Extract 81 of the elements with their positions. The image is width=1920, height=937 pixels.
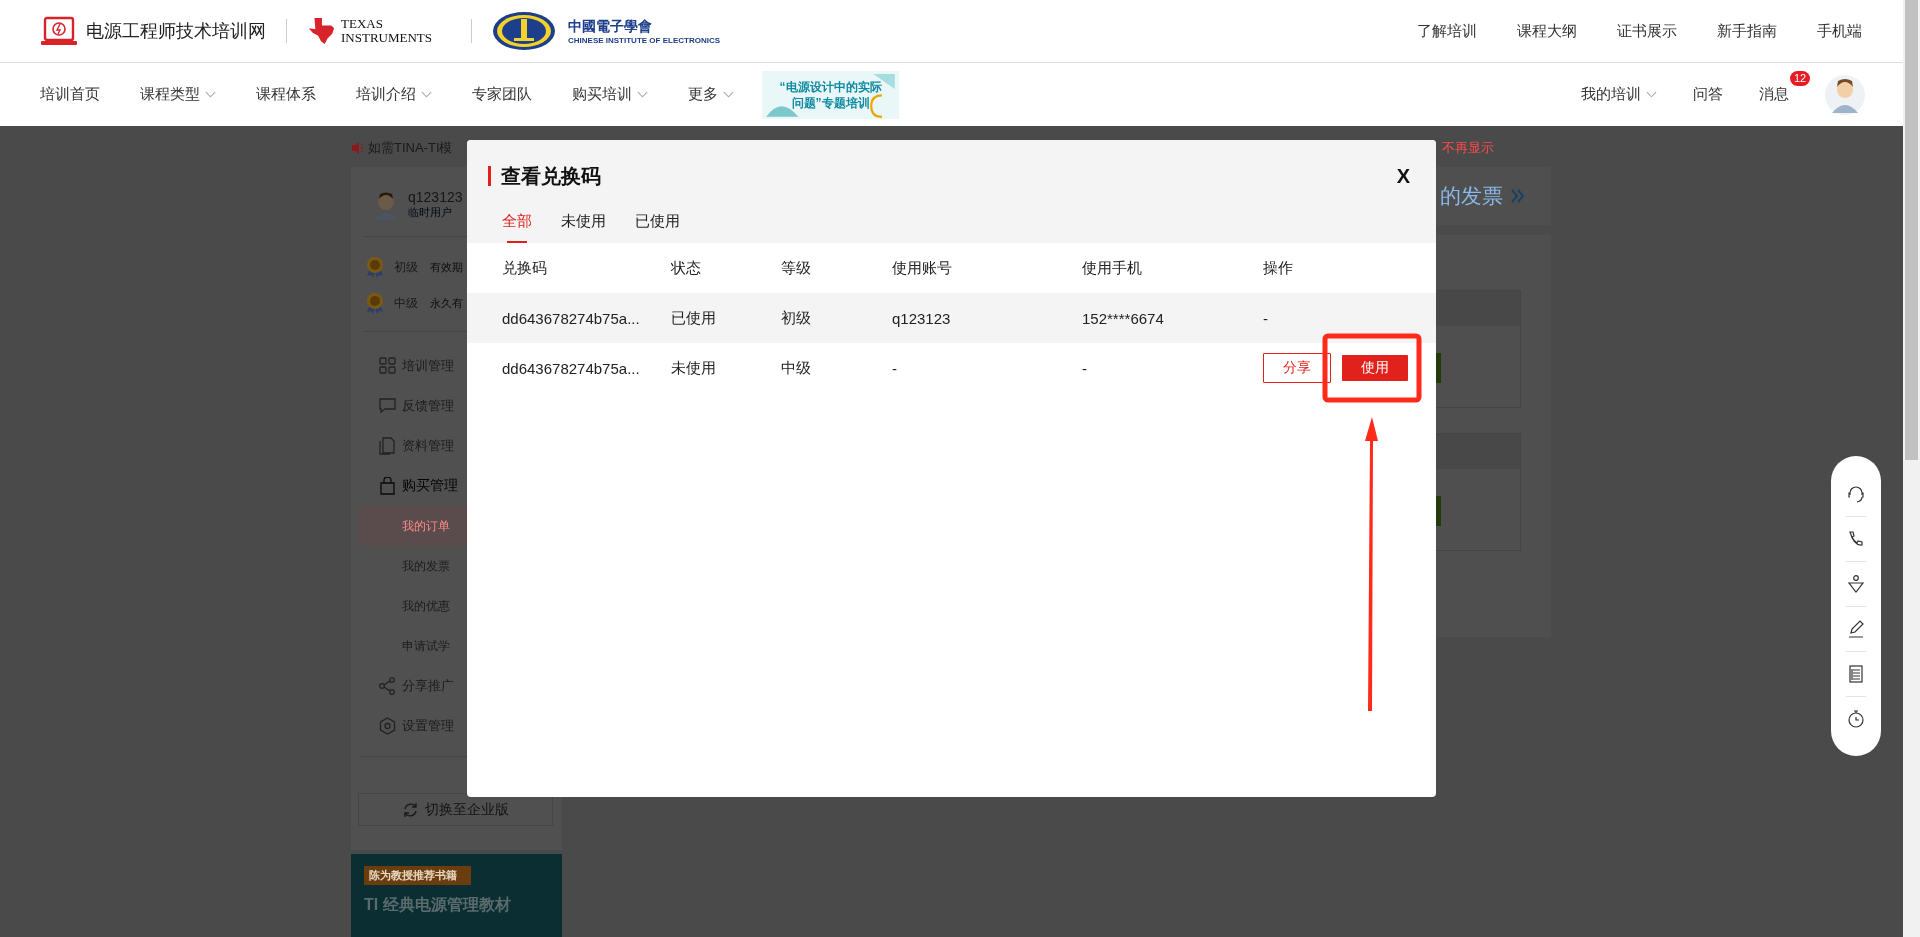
level-note: 有效期: [430, 259, 463, 275]
laptop-icon: [40, 16, 78, 46]
table-cell-text: 152****6674: [1082, 309, 1165, 327]
double-chevron-icon: [1511, 189, 1524, 203]
table-cell-text: dd643678274b75a...: [502, 309, 641, 327]
table-cell-text: 已使用: [671, 308, 717, 328]
top-link[interactable]: 手机端: [1817, 21, 1862, 41]
dialog-title: 查看兑换码: [501, 163, 601, 189]
table-cell-text: 未使用: [671, 358, 717, 378]
level-note: 永久有: [430, 295, 463, 311]
phone-icon[interactable]: [1846, 528, 1866, 549]
table-cell-text: -: [892, 359, 898, 377]
column-header: 状态: [671, 258, 702, 278]
ad-tag: 陈为教授推荐书籍: [364, 866, 471, 885]
top-link[interactable]: 课程大纲: [1517, 21, 1577, 41]
society-subtitle: CHINESE INSTITUTE OF ELECTRONICS: [568, 35, 720, 45]
caret-icon: [421, 91, 432, 98]
menu-icon: [379, 677, 396, 695]
user-name: q123123: [408, 189, 463, 205]
table-cell-text: 中级: [781, 358, 812, 378]
texas-state-icon: [307, 16, 335, 46]
nav-item[interactable]: 专家团队: [472, 85, 532, 104]
notification-badge: 12: [1790, 71, 1811, 86]
document-icon[interactable]: [1846, 663, 1866, 684]
menu-icon: [379, 357, 396, 375]
nav-item[interactable]: 问答: [1693, 85, 1723, 104]
menu-icon: [379, 477, 396, 495]
scrollbar[interactable]: [1903, 0, 1920, 937]
table-cell: -: [1263, 309, 1268, 327]
nav-item[interactable]: 消息: [1759, 85, 1789, 104]
table-cell-text: 初级: [781, 308, 812, 328]
nav-item[interactable]: 我的培训: [1581, 85, 1657, 104]
person-icon[interactable]: [1846, 573, 1866, 594]
caret-icon: [205, 91, 216, 98]
top-link[interactable]: 新手指南: [1717, 21, 1777, 41]
column-header: 兑换码: [502, 258, 548, 278]
refresh-icon: [402, 801, 418, 818]
caret-icon: [723, 91, 734, 98]
invoice-link[interactable]: 的发票: [1440, 182, 1503, 210]
ad-banner[interactable]: 陈为教授推荐书籍 TI 经典电源管理教材: [351, 854, 562, 937]
medal-icon: [365, 291, 385, 315]
column-header: 等级: [781, 258, 812, 278]
close-button[interactable]: X: [1393, 164, 1413, 188]
promo-banner[interactable]: “电源设计中的实际 问题”专题培训: [762, 70, 899, 119]
column-header: 使用账号: [892, 258, 953, 278]
nav-item[interactable]: 课程类型: [140, 85, 216, 104]
menu-icon: [379, 717, 396, 735]
tab[interactable]: 未使用: [561, 204, 606, 243]
pencil-icon[interactable]: [1846, 618, 1866, 639]
column-header: 使用手机: [1082, 258, 1143, 278]
share-button[interactable]: 分享: [1263, 353, 1331, 383]
top-link[interactable]: 证书展示: [1617, 21, 1677, 41]
column-header: 操作: [1263, 258, 1293, 278]
society-name: 中國電子學會: [568, 17, 653, 36]
ad-title: TI 经典电源管理教材: [364, 895, 511, 915]
partner-wordmark: TEXAS INSTRUMENTS: [341, 17, 433, 45]
nav-item[interactable]: 购买培训: [572, 85, 648, 104]
menu-icon: [379, 397, 396, 415]
nav-item[interactable]: 培训介绍: [356, 85, 432, 104]
society-emblem-icon: [492, 11, 556, 51]
table-cell-text: -: [1082, 359, 1088, 377]
medal-icon: [365, 255, 385, 279]
use-button[interactable]: 使用: [1342, 355, 1408, 381]
site-name[interactable]: 电源工程师技术培训网: [86, 19, 266, 43]
table-cell-text: dd643678274b75a...: [502, 359, 641, 377]
menu-icon: [379, 437, 396, 455]
tab[interactable]: 已使用: [635, 204, 680, 243]
nav-item[interactable]: 课程体系: [256, 85, 316, 104]
speaker-icon: [351, 141, 365, 155]
promo-line: “电源设计中的实际: [779, 78, 882, 95]
caret-icon: [637, 91, 648, 98]
avatar-icon[interactable]: [1825, 74, 1865, 115]
top-link[interactable]: 了解培训: [1417, 21, 1477, 41]
promo-line: 问题”专题培训: [791, 94, 870, 111]
table-cell-text: q123123: [892, 309, 952, 327]
timer-icon[interactable]: [1846, 708, 1866, 729]
headset-icon[interactable]: [1846, 483, 1866, 504]
nav-item[interactable]: 更多: [688, 85, 734, 104]
caret-icon: [1646, 91, 1657, 98]
user-role: 临时用户: [408, 205, 453, 220]
nav-item[interactable]: 培训首页: [40, 85, 100, 104]
